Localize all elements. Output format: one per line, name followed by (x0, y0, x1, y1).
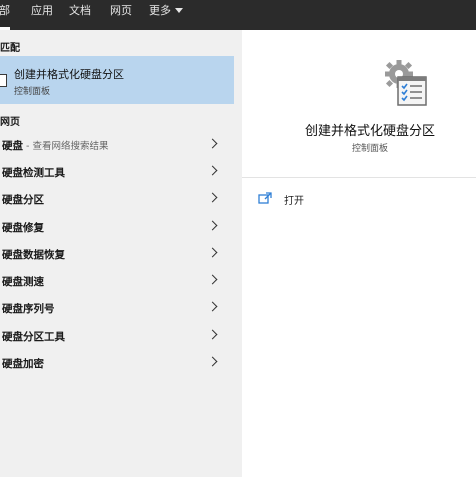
web-result-label: 硬盘修复 (2, 222, 44, 234)
search-scope-tabs: 部 应用 文档 网页 更多 (0, 0, 476, 30)
best-match-subtitle: 控制面板 (14, 87, 51, 97)
preview-pane: 创建并格式化硬盘分区 控制面板 打开 (242, 30, 476, 477)
chevron-right-icon (207, 165, 218, 176)
web-result-item[interactable]: 硬盘 - 查看网络搜索结果 (0, 132, 234, 158)
tab-all-label: 部 (0, 4, 10, 17)
web-result-item[interactable]: 硬盘检测工具 (0, 159, 234, 185)
chevron-right-icon (207, 301, 218, 312)
web-result-label: 硬盘序列号 (2, 303, 55, 315)
chevron-right-icon (207, 220, 218, 231)
web-result-item[interactable]: 硬盘数据恢复 (0, 241, 234, 267)
web-result-item[interactable]: 硬盘修复 (0, 214, 234, 240)
preview-title: 创建并格式化硬盘分区 (304, 124, 435, 139)
results-pane: 匹配 创建并格式化硬盘分区 控制面板 网页 硬盘 - 查看网络搜索结果 硬盘检测… (0, 30, 234, 477)
tab-web[interactable]: 网页 (110, 0, 132, 30)
divider (242, 177, 476, 178)
chevron-right-icon (207, 138, 218, 149)
chevron-right-icon (207, 356, 218, 367)
best-match-heading: 匹配 (0, 43, 20, 54)
chevron-right-icon (207, 329, 218, 340)
web-result-label: 硬盘检测工具 (2, 167, 65, 179)
web-heading: 网页 (0, 117, 20, 128)
preview-subtitle: 控制面板 (351, 144, 388, 154)
tab-all[interactable]: 部 (0, 0, 10, 30)
tab-more[interactable]: 更多 (149, 0, 183, 30)
web-result-label: 硬盘 - 查看网络搜索结果 (2, 138, 108, 153)
app-icon (0, 74, 7, 87)
web-result-label: 硬盘分区工具 (2, 331, 65, 343)
web-result-label: 硬盘加密 (2, 358, 44, 370)
web-result-item[interactable]: 硬盘测速 (0, 268, 234, 294)
chevron-down-icon (175, 7, 183, 13)
open-icon (258, 192, 272, 204)
web-result-item[interactable]: 硬盘加密 (0, 350, 234, 376)
tab-apps[interactable]: 应用 (31, 0, 53, 30)
control-panel-settings-icon (385, 60, 427, 106)
chevron-right-icon (207, 274, 218, 285)
web-result-hint: - 查看网络搜索结果 (23, 141, 109, 152)
tab-web-label: 网页 (110, 4, 132, 17)
chevron-right-icon (207, 192, 218, 203)
web-result-label: 硬盘测速 (2, 276, 44, 288)
web-result-label: 硬盘数据恢复 (2, 249, 65, 261)
best-match-title: 创建并格式化硬盘分区 (14, 68, 124, 81)
tab-documents[interactable]: 文档 (69, 0, 91, 30)
web-result-text: 硬盘 (2, 140, 23, 152)
web-result-item[interactable]: 硬盘序列号 (0, 295, 234, 321)
web-result-label: 硬盘分区 (2, 194, 44, 206)
web-result-item[interactable]: 硬盘分区工具 (0, 323, 234, 349)
chevron-right-icon (207, 247, 218, 258)
pane-divider (234, 30, 242, 477)
web-result-item[interactable]: 硬盘分区 (0, 186, 234, 212)
best-match-result[interactable]: 创建并格式化硬盘分区 控制面板 (0, 56, 234, 104)
tab-documents-label: 文档 (69, 4, 91, 17)
open-label: 打开 (284, 196, 304, 207)
tab-more-label: 更多 (149, 4, 171, 17)
tab-apps-label: 应用 (31, 4, 53, 17)
